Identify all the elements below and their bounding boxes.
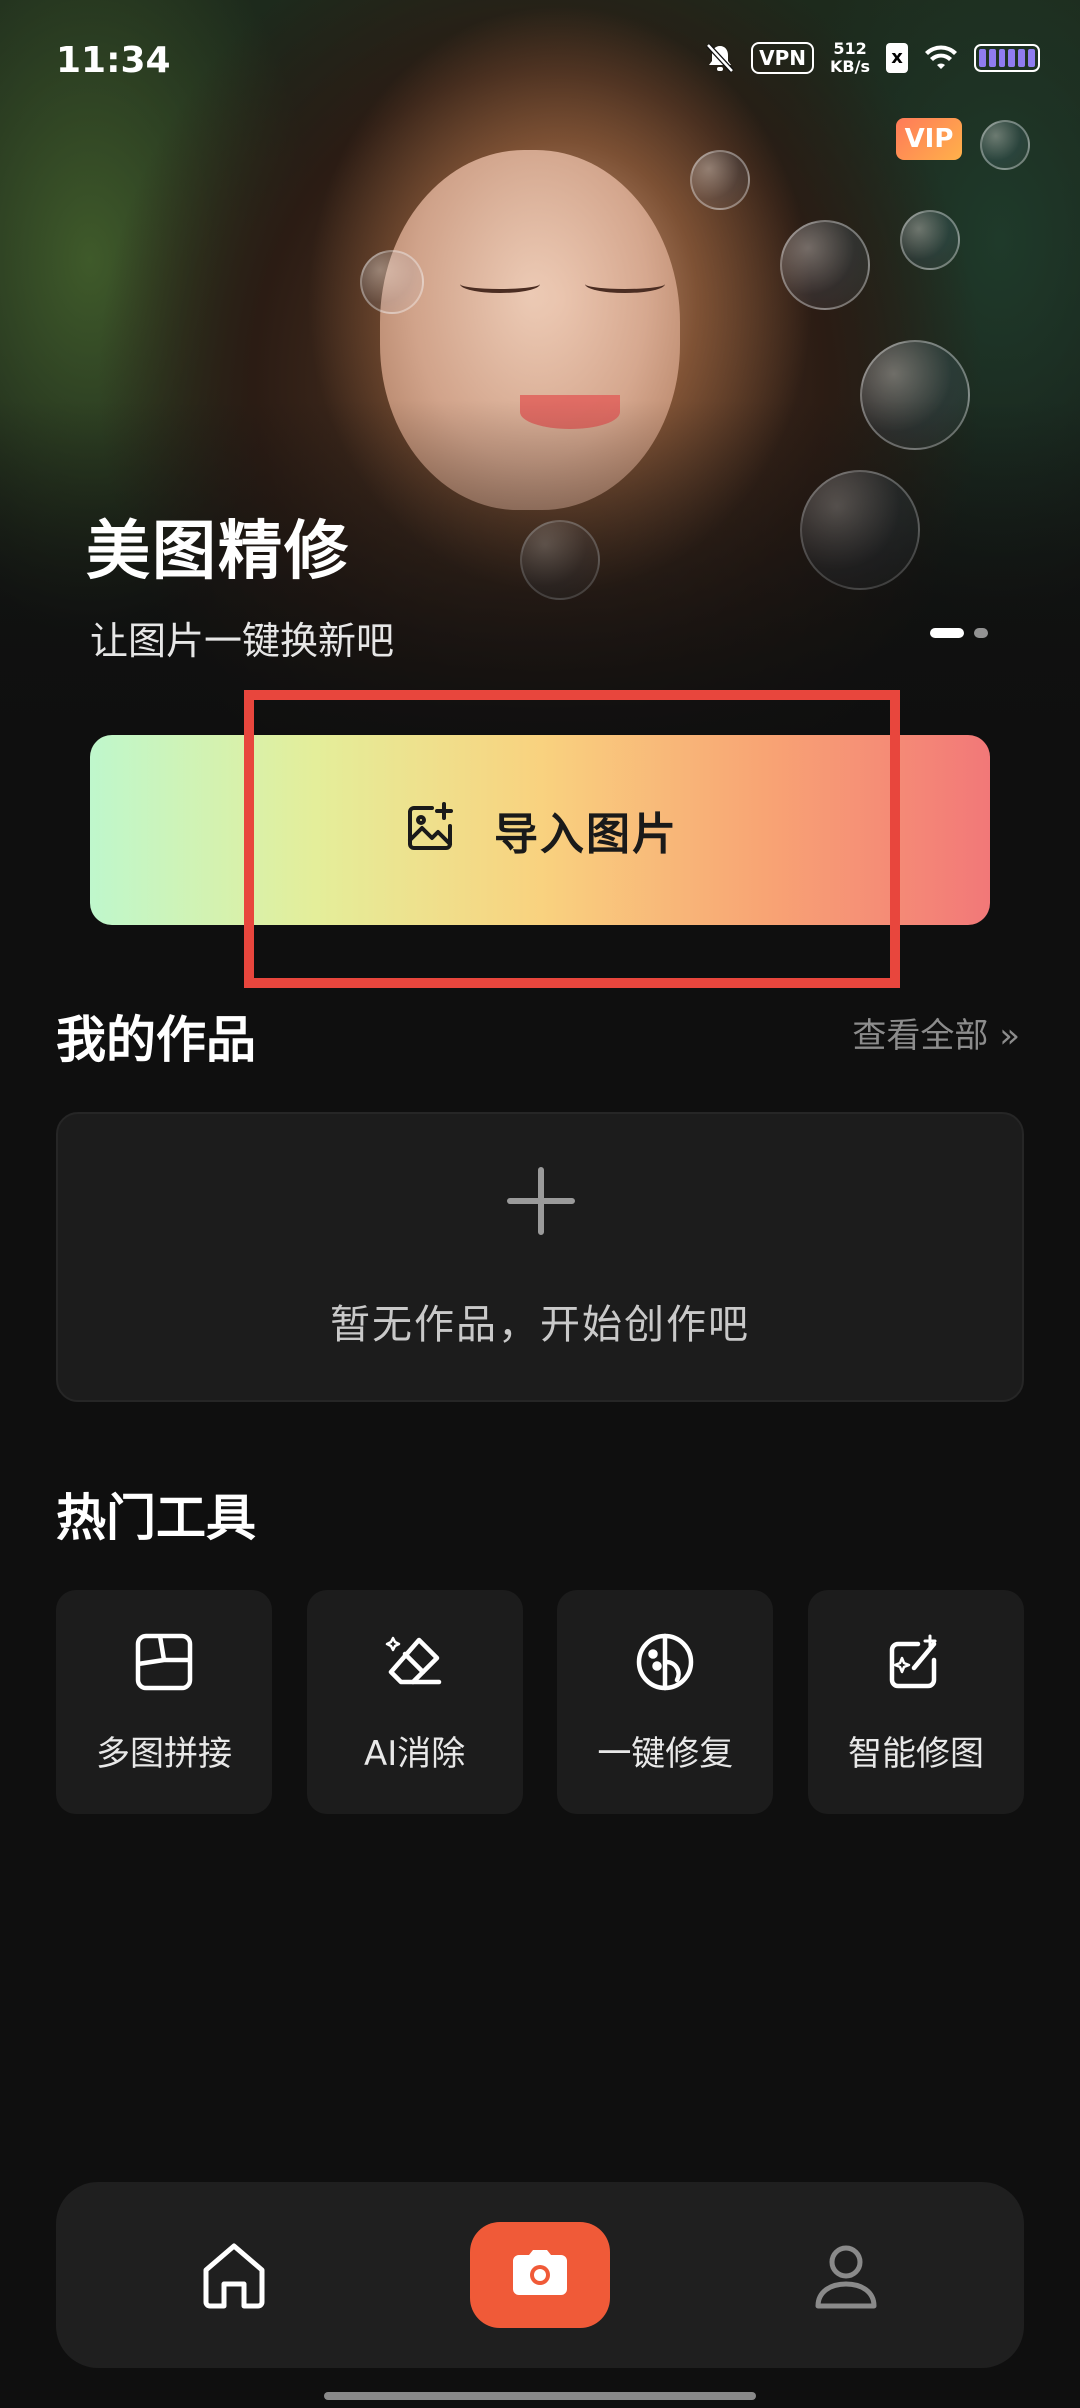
tool-one-click-restore[interactable]: 一键修复 xyxy=(557,1590,774,1814)
carousel-dot-active[interactable] xyxy=(930,628,964,638)
screen: 11:34 VPN 512 KB/s x VIP 美图精修 让图片一键换新吧 导… xyxy=(0,0,1080,2408)
network-speed: 512 KB/s xyxy=(830,40,870,76)
speed-unit: KB/s xyxy=(830,57,870,76)
status-time: 11:34 xyxy=(56,40,171,81)
battery-icon xyxy=(974,44,1040,72)
tool-collage[interactable]: 多图拼接 xyxy=(56,1590,272,1814)
magic-edit-icon xyxy=(884,1630,948,1698)
bubble-decoration xyxy=(690,150,750,210)
carousel-indicator[interactable] xyxy=(930,628,988,638)
create-work-card[interactable] xyxy=(56,1112,1024,1402)
bubble-decoration xyxy=(980,120,1030,170)
highlight-box xyxy=(244,690,900,988)
my-works-title: 我的作品 xyxy=(56,1011,256,1069)
home-icon[interactable] xyxy=(196,2238,272,2314)
tool-label: AI消除 xyxy=(364,1733,466,1774)
eraser-icon xyxy=(383,1630,447,1698)
home-indicator[interactable] xyxy=(324,2392,756,2400)
bubble-decoration xyxy=(360,250,424,314)
sim-status-icon: x xyxy=(886,43,908,73)
vip-badge[interactable]: VIP xyxy=(896,118,962,160)
bubble-decoration xyxy=(780,220,870,310)
speed-value: 512 xyxy=(833,39,867,58)
view-all-link[interactable]: 查看全部 » xyxy=(852,1008,1020,1057)
tool-smart-edit[interactable]: 智能修图 xyxy=(807,1590,1024,1814)
empty-works-text: 暂无作品，开始创作吧 xyxy=(330,1302,750,1348)
wifi-icon xyxy=(924,45,958,71)
bell-off-icon xyxy=(705,42,735,74)
plus-icon[interactable] xyxy=(506,1166,576,1236)
hero-subtitle: 让图片一键换新吧 xyxy=(90,619,395,663)
hot-tools-grid: 多图拼接 AI消除 一键修复 智能修图 xyxy=(56,1590,1024,1814)
tool-label: 智能修图 xyxy=(847,1733,984,1774)
hero-photo-eye xyxy=(585,275,665,293)
bubble-decoration xyxy=(900,210,960,270)
carousel-dot[interactable] xyxy=(974,628,988,638)
status-icons: VPN 512 KB/s x xyxy=(705,40,1040,76)
tool-label: 一键修复 xyxy=(597,1733,734,1774)
hero-photo-eye xyxy=(460,275,540,293)
status-bar: 11:34 VPN 512 KB/s x xyxy=(0,0,1080,120)
hero-title: 美图精修 xyxy=(86,515,350,589)
bottom-nav xyxy=(56,2182,1024,2368)
collage-icon xyxy=(132,1630,196,1698)
tool-ai-erase[interactable]: AI消除 xyxy=(306,1590,523,1814)
vpn-badge: VPN xyxy=(751,42,815,74)
profile-icon[interactable] xyxy=(808,2238,884,2314)
camera-icon xyxy=(511,2249,569,2301)
hot-tools-title: 热门工具 xyxy=(56,1489,256,1547)
restore-icon xyxy=(633,1630,697,1698)
tool-label: 多图拼接 xyxy=(96,1733,232,1774)
camera-button[interactable] xyxy=(470,2222,610,2328)
